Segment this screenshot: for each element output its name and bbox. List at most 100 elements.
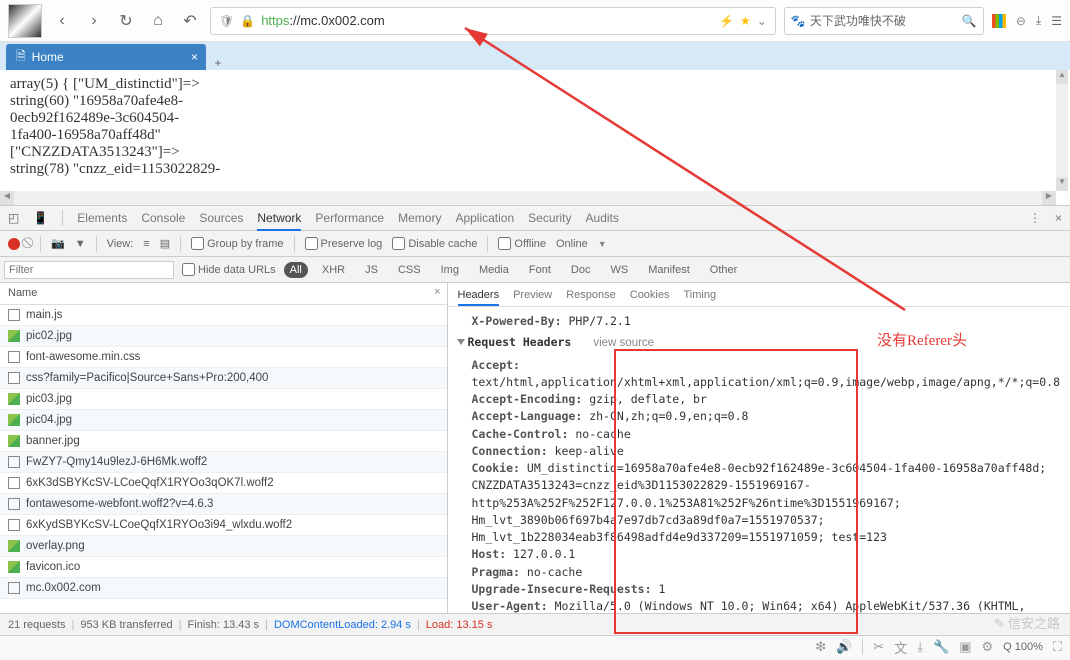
scissors-icon[interactable]: ✂	[873, 639, 884, 655]
camera-icon[interactable]: 📷	[51, 237, 65, 250]
menu-icon[interactable]: ☰	[1051, 14, 1062, 28]
vertical-scrollbar[interactable]: ▲▼	[1056, 70, 1068, 191]
online-select[interactable]: Online	[556, 238, 588, 250]
close-devtools-icon[interactable]: ×	[1055, 211, 1062, 225]
throttle-dropdown-icon[interactable]: ▼	[598, 239, 607, 249]
large-rows-icon[interactable]: ≡	[143, 238, 149, 250]
filter-all[interactable]: All	[284, 262, 308, 278]
download2-icon[interactable]: ⤓	[917, 639, 923, 655]
header-value: Mozilla/5.0 (Windows NT 10.0; Win64; x64…	[472, 599, 1026, 613]
tab-network[interactable]: Network	[257, 211, 301, 231]
url-text: https://mc.0x002.com	[261, 13, 713, 28]
compass-icon[interactable]: ❇	[815, 639, 826, 655]
list-item[interactable]: fontawesome-webfont.woff2?v=4.6.3	[0, 494, 447, 515]
preserve-log-checkbox[interactable]: Preserve log	[305, 237, 383, 250]
waterfall-icon[interactable]: ▤	[160, 237, 170, 250]
new-tab-button[interactable]: +	[206, 56, 230, 70]
filter-doc[interactable]: Doc	[565, 262, 597, 278]
php-line: string(60) "16958a70afe4e8-	[10, 93, 1060, 110]
filter-js[interactable]: JS	[359, 262, 384, 278]
disable-cache-checkbox[interactable]: Disable cache	[392, 237, 477, 250]
home-button[interactable]: ⌂	[146, 9, 170, 33]
speaker-icon[interactable]: 🔊	[836, 639, 852, 655]
filter-input[interactable]	[4, 261, 174, 279]
tab-memory[interactable]: Memory	[398, 211, 441, 225]
url-bar[interactable]: 🛡 🔒 https://mc.0x002.com ⚡ ★ ⌄	[210, 7, 776, 35]
tab-security[interactable]: Security	[528, 211, 571, 225]
tab-application[interactable]: Application	[455, 211, 514, 225]
request-headers-title[interactable]: Request Headersview source	[458, 334, 1061, 352]
list-item[interactable]: 6xK3dSBYKcSV-LCoeQqfX1RYOo3qOK7l.woff2	[0, 473, 447, 494]
pip-icon[interactable]: ▣	[959, 639, 971, 655]
group-by-frame-checkbox[interactable]: Group by frame	[191, 237, 283, 250]
filter-icon[interactable]: ▼	[75, 238, 86, 250]
star-icon[interactable]: ★	[740, 14, 751, 28]
translate-icon[interactable]: 文	[894, 638, 907, 657]
close-detail-icon[interactable]: ×	[434, 286, 440, 298]
dropdown-icon[interactable]: ⌄	[757, 14, 767, 28]
list-item[interactable]: main.js	[0, 305, 447, 326]
search-box[interactable]: 🐾 天下武功唯快不破 🔍	[784, 7, 984, 35]
list-item[interactable]: pic02.jpg	[0, 326, 447, 347]
list-item[interactable]: css?family=Pacifico|Source+Sans+Pro:200,…	[0, 368, 447, 389]
name-column-header[interactable]: Name ×	[0, 283, 447, 305]
list-item[interactable]: mc.0x002.com	[0, 578, 447, 599]
filter-manifest[interactable]: Manifest	[642, 262, 696, 278]
detail-tab-headers[interactable]: Headers	[458, 289, 500, 306]
header-key: Accept-Language:	[472, 409, 583, 423]
tab-sources[interactable]: Sources	[199, 211, 243, 225]
network-toolbar: ⃠ 📷 ▼ View: ≡ ▤ Group by frame Preserve …	[0, 231, 1070, 257]
apps-icon[interactable]	[992, 14, 1006, 28]
file-name: css?family=Pacifico|Source+Sans+Pro:200,…	[26, 372, 268, 384]
tools-icon[interactable]: 🔧	[933, 639, 949, 655]
detail-tab-timing[interactable]: Timing	[684, 289, 717, 301]
inspect-icon[interactable]: ◰	[8, 211, 19, 225]
php-line: array(5) { ["UM_distinctid"]=>	[10, 76, 1060, 93]
device-icon[interactable]: 📱	[33, 211, 48, 225]
reload-button[interactable]: ↻	[114, 9, 138, 33]
list-item[interactable]: pic04.jpg	[0, 410, 447, 431]
more-icon[interactable]: ⋮	[1029, 211, 1041, 225]
flash-icon[interactable]: ⚡	[719, 14, 734, 28]
filter-css[interactable]: CSS	[392, 262, 427, 278]
close-icon[interactable]: ×	[191, 50, 198, 64]
offline-checkbox[interactable]: Offline	[498, 237, 546, 250]
list-item[interactable]: font-awesome.min.css	[0, 347, 447, 368]
file-type-icon	[8, 309, 20, 321]
forward-button[interactable]: ›	[82, 9, 106, 33]
zoom-label[interactable]: Q 100%	[1003, 641, 1043, 653]
tab-performance[interactable]: Performance	[315, 211, 384, 225]
detail-tab-response[interactable]: Response	[566, 289, 616, 301]
search-icon[interactable]: 🔍	[962, 14, 977, 28]
filter-img[interactable]: Img	[435, 262, 465, 278]
minimize-icon[interactable]: ⊖	[1016, 14, 1026, 28]
list-item[interactable]: banner.jpg	[0, 431, 447, 452]
tab-elements[interactable]: Elements	[77, 211, 127, 225]
hide-data-urls-checkbox[interactable]: Hide data URLs	[182, 263, 276, 276]
undo-button[interactable]: ↶	[178, 9, 202, 33]
filter-media[interactable]: Media	[473, 262, 515, 278]
tab-audits[interactable]: Audits	[586, 211, 619, 225]
header-row: User-Agent: Mozilla/5.0 (Windows NT 10.0…	[472, 598, 1061, 613]
record-button[interactable]	[8, 238, 20, 250]
list-item[interactable]: overlay.png	[0, 536, 447, 557]
filter-font[interactable]: Font	[523, 262, 557, 278]
filter-ws[interactable]: WS	[604, 262, 634, 278]
tab-home[interactable]: 🗎 Home ×	[6, 44, 206, 70]
fullscreen-icon[interactable]: ⛶	[1053, 639, 1062, 655]
detail-tab-cookies[interactable]: Cookies	[630, 289, 670, 301]
avatar[interactable]	[8, 4, 42, 38]
back-button[interactable]: ‹	[50, 9, 74, 33]
list-item[interactable]: 6xKydSBYKcSV-LCoeQqfX1RYOo3i94_wlxdu.wof…	[0, 515, 447, 536]
detail-tab-preview[interactable]: Preview	[513, 289, 552, 301]
filter-xhr[interactable]: XHR	[316, 262, 351, 278]
horizontal-scrollbar[interactable]: ◀▶	[0, 191, 1056, 205]
list-item[interactable]: pic03.jpg	[0, 389, 447, 410]
list-item[interactable]: favicon.ico	[0, 557, 447, 578]
header-value: text/html,application/xhtml+xml,applicat…	[472, 375, 1061, 389]
download-icon[interactable]: ⤓	[1036, 13, 1041, 28]
tab-console[interactable]: Console	[141, 211, 185, 225]
filter-other[interactable]: Other	[704, 262, 744, 278]
list-item[interactable]: FwZY7-Qmy14u9lezJ-6H6Mk.woff2	[0, 452, 447, 473]
settings-icon[interactable]: ⚙	[981, 639, 993, 655]
